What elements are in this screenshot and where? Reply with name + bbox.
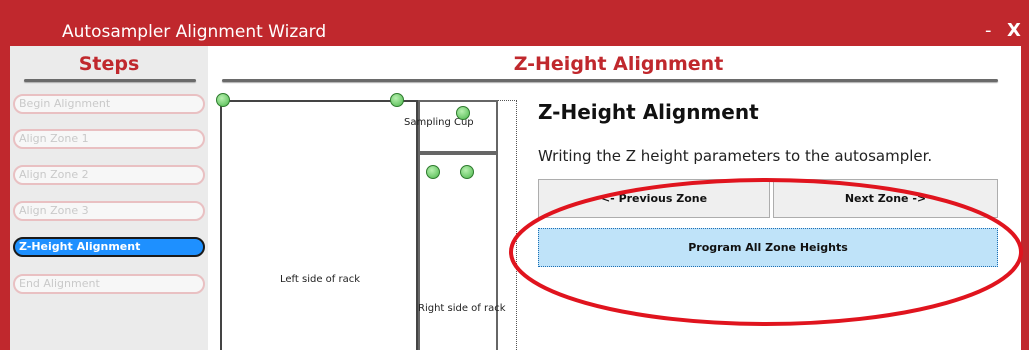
step-align-zone-1[interactable]: Align Zone 1 (13, 129, 205, 149)
steps-sidebar: Steps Begin Alignment Align Zone 1 Align… (10, 46, 208, 350)
steps-divider (24, 79, 196, 82)
minimize-button[interactable]: - (985, 20, 992, 41)
alignment-marker-dot (426, 165, 440, 179)
window-title: Autosampler Alignment Wizard (62, 22, 327, 42)
step-begin-alignment[interactable]: Begin Alignment (13, 94, 205, 114)
right-rack-label: Right side of rack (418, 303, 506, 314)
alignment-marker-dot (216, 93, 230, 107)
alignment-marker-dot (390, 93, 404, 107)
page-title: Z-Height Alignment (513, 53, 724, 75)
program-all-zone-heights-button[interactable]: Program All Zone Heights (538, 228, 998, 267)
step-z-height-alignment[interactable]: Z-Height Alignment (13, 237, 205, 257)
alignment-marker-dot (456, 106, 470, 120)
panel-description: Writing the Z height parameters to the a… (538, 147, 933, 165)
close-button[interactable]: X (1007, 20, 1021, 41)
panel-heading: Z-Height Alignment (538, 100, 759, 124)
alignment-marker-dot (460, 165, 474, 179)
step-align-zone-2[interactable]: Align Zone 2 (13, 165, 205, 185)
rack-left-zone (220, 100, 418, 350)
steps-title: Steps (78, 53, 140, 75)
next-zone-button[interactable]: Next Zone -> (773, 179, 998, 218)
step-end-alignment[interactable]: End Alignment (13, 274, 205, 294)
page-title-divider (222, 79, 998, 82)
title-bar: Autosampler Alignment Wizard - X (0, 0, 1029, 46)
rack-right-zone (418, 153, 498, 350)
previous-zone-button[interactable]: <- Previous Zone (538, 179, 770, 218)
step-align-zone-3[interactable]: Align Zone 3 (13, 201, 205, 221)
left-rack-label: Left side of rack (280, 274, 361, 285)
